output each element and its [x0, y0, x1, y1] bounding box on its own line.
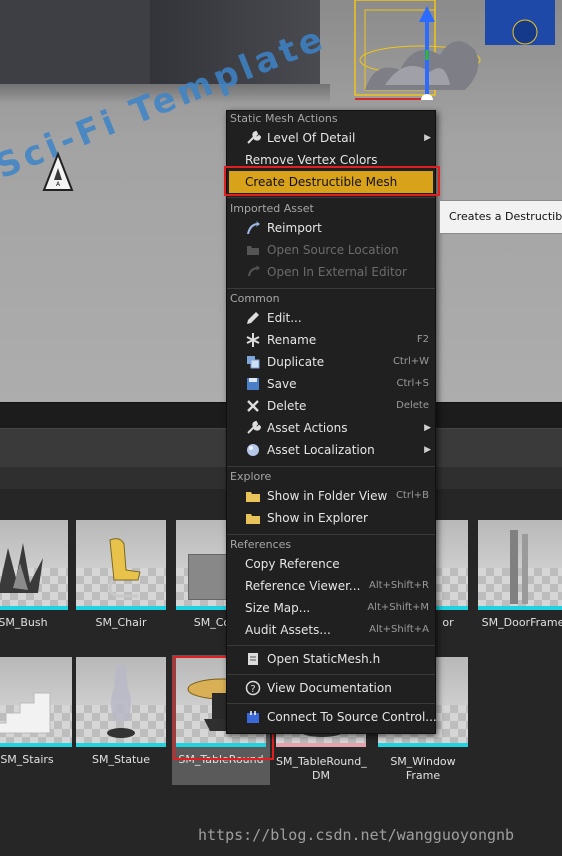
- svg-text:?: ?: [250, 684, 255, 695]
- menu-section-references: References: [230, 538, 292, 551]
- reimport-icon: [247, 221, 260, 234]
- asset-label: SM_Chair: [95, 616, 147, 629]
- menu-item-level-of-detail[interactable]: Level Of Detail ▶: [229, 127, 433, 149]
- asset-label: SM_TableRound_ DM: [276, 755, 367, 782]
- menu-item-tooltip: Creates a Destructible: [439, 200, 562, 234]
- asset-tile-sm-statue[interactable]: SM_Statue: [76, 657, 166, 767]
- asset-thumbnail: [76, 520, 166, 606]
- shortcut-label: Alt+Shift+R: [369, 580, 429, 591]
- wrench-icon: [247, 420, 261, 434]
- submenu-arrow-icon: ▶: [424, 423, 431, 433]
- asset-thumbnail: [76, 657, 166, 743]
- source-control-icon: [247, 711, 259, 723]
- chair-thumbnail-icon: [108, 538, 141, 598]
- wrench-icon: [247, 130, 261, 144]
- asset-tile-sm-chair[interactable]: SM_Chair: [76, 520, 166, 630]
- asset-label: SM_Window Frame: [390, 755, 456, 782]
- globe-icon: [247, 444, 259, 456]
- menu-item-save[interactable]: Save Ctrl+S: [229, 373, 433, 395]
- shortcut-label: F2: [416, 334, 429, 345]
- edit-icon: [247, 312, 259, 324]
- menu-item-open-in-external-editor[interactable]: Open In External Editor: [229, 261, 433, 283]
- stairs-thumbnail-icon: [0, 692, 51, 734]
- asset-label: SM_Stairs: [0, 753, 54, 766]
- menu-separator: [227, 674, 435, 675]
- asset-thumbnail: [478, 520, 562, 606]
- menu-item-size-map[interactable]: Size Map... Alt+Shift+M: [229, 597, 433, 619]
- shortcut-label: Ctrl+B: [395, 490, 429, 501]
- menu-item-duplicate[interactable]: Duplicate Ctrl+W: [229, 351, 433, 373]
- menu-item-show-in-folder-view[interactable]: Show in Folder View Ctrl+B: [229, 485, 433, 507]
- menu-item-rename[interactable]: Rename F2: [229, 329, 433, 351]
- menu-section-common: Common: [230, 292, 280, 305]
- menu-section-imported-asset: Imported Asset: [230, 202, 314, 215]
- asset-label: SM_DoorFrame: [481, 616, 562, 629]
- shortcut-label: Ctrl+W: [392, 356, 429, 367]
- annotation-highlight-menu-item: [224, 166, 440, 196]
- menu-item-open-source-location[interactable]: Open Source Location: [229, 239, 433, 261]
- duplicate-icon: [247, 356, 260, 369]
- menu-section-static-mesh-actions: Static Mesh Actions: [230, 112, 338, 125]
- level-marker-a-icon: A: [42, 151, 74, 191]
- shortcut-label: Ctrl+S: [396, 378, 429, 389]
- menu-separator: [227, 197, 435, 198]
- menu-separator: [227, 534, 435, 535]
- menu-item-view-documentation[interactable]: ? View Documentation: [229, 677, 433, 699]
- shortcut-label: Alt+Shift+A: [369, 624, 429, 635]
- menu-item-reference-viewer[interactable]: Reference Viewer... Alt+Shift+R: [229, 575, 433, 597]
- asset-label: SM_Statue: [91, 753, 151, 766]
- submenu-arrow-icon: ▶: [424, 133, 431, 143]
- menu-section-explore: Explore: [230, 470, 272, 483]
- rename-icon: [246, 333, 260, 347]
- asset-type-bar: [76, 606, 166, 610]
- asset-thumbnail: [0, 657, 72, 743]
- asset-type-bar: [378, 743, 468, 747]
- menu-item-reimport[interactable]: Reimport: [229, 217, 433, 239]
- asset-thumbnail: [0, 520, 68, 606]
- asset-type-bar: [0, 606, 68, 610]
- menu-separator: [227, 645, 435, 646]
- asset-type-bar: [276, 743, 366, 747]
- save-icon: [247, 378, 259, 390]
- external-editor-icon: [248, 265, 260, 276]
- folder-icon: [246, 514, 260, 524]
- menu-item-show-in-explorer[interactable]: Show in Explorer: [229, 507, 433, 529]
- asset-type-bar: [76, 743, 166, 747]
- folder-open-icon: [247, 246, 259, 255]
- folder-icon: [246, 492, 260, 502]
- submenu-arrow-icon: ▶: [424, 445, 431, 455]
- menu-item-delete[interactable]: Delete Delete: [229, 395, 433, 417]
- asset-label: SM_Bush: [0, 616, 48, 629]
- help-icon: ?: [245, 680, 261, 696]
- code-icon: [248, 653, 258, 665]
- asset-context-menu: Static Mesh Actions Level Of Detail ▶ Re…: [226, 110, 437, 734]
- menu-item-copy-reference[interactable]: Copy Reference: [229, 553, 433, 575]
- selected-actor-gizmo[interactable]: [345, 0, 555, 100]
- watermark-text: https://blog.csdn.net/wangguoyongnb: [198, 826, 515, 844]
- menu-separator: [227, 466, 435, 467]
- shortcut-label: Alt+Shift+M: [367, 602, 429, 613]
- menu-item-connect-to-source-control[interactable]: Connect To Source Control...: [229, 706, 437, 728]
- asset-tile-sm-stairs[interactable]: SM_Stairs: [0, 657, 72, 767]
- delete-icon: [247, 400, 259, 412]
- shortcut-label: Delete: [396, 400, 429, 411]
- asset-type-bar: [478, 606, 562, 610]
- menu-item-asset-actions[interactable]: Asset Actions ▶: [229, 417, 433, 439]
- asset-tile-sm-bush[interactable]: SM_Bush: [0, 520, 68, 630]
- menu-item-open-staticmesh-h[interactable]: Open StaticMesh.h: [229, 648, 433, 670]
- menu-item-audit-assets[interactable]: Audit Assets... Alt+Shift+A: [229, 619, 433, 641]
- menu-item-edit[interactable]: Edit...: [229, 307, 433, 329]
- statue-thumbnail-icon: [107, 664, 135, 738]
- menu-item-asset-localization[interactable]: Asset Localization ▶: [229, 439, 433, 461]
- bush-thumbnail-icon: [0, 543, 43, 593]
- asset-tile-sm-doorframe[interactable]: SM_DoorFrame: [478, 520, 562, 630]
- menu-separator: [227, 703, 435, 704]
- menu-separator: [227, 288, 435, 289]
- asset-type-bar: [0, 743, 72, 747]
